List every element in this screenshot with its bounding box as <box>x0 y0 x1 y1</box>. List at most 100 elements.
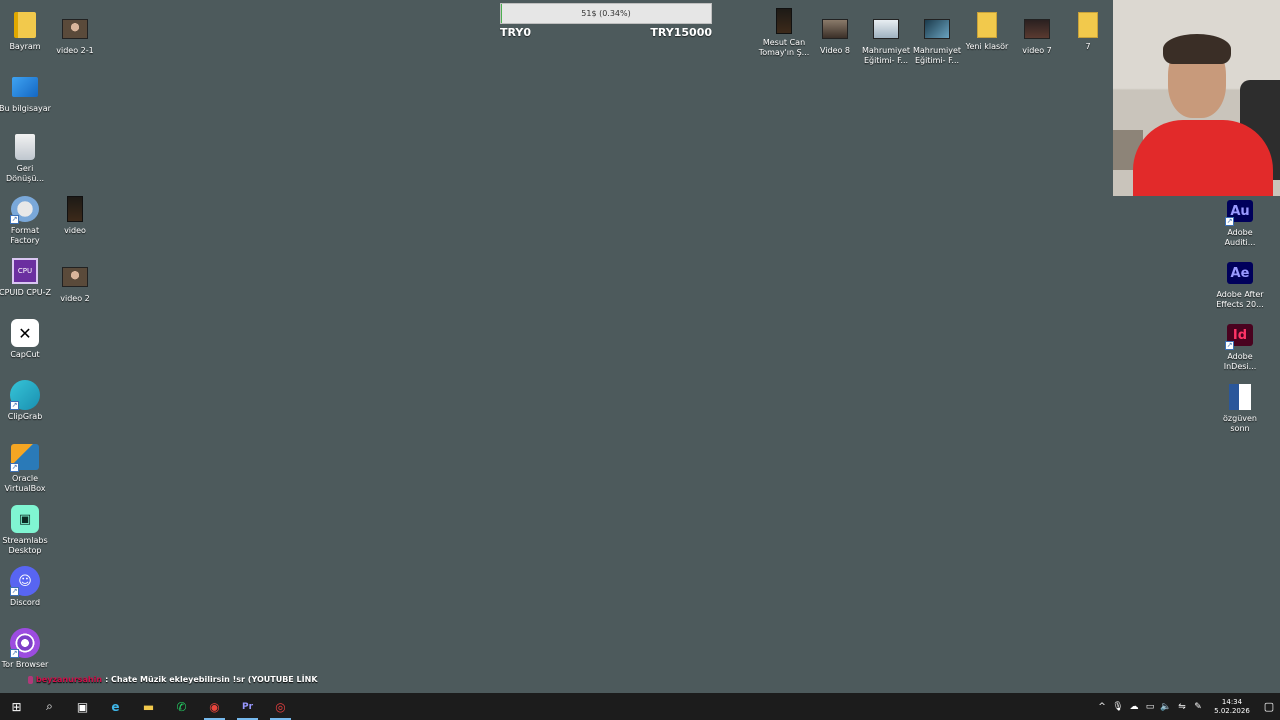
video-thumbnail-icon <box>820 14 850 44</box>
folder-icon <box>972 10 1002 40</box>
webcam-person-hair <box>1163 34 1231 64</box>
whatsapp-icon: ✆ <box>176 699 187 714</box>
icon-label: Yeni klasör <box>965 42 1009 51</box>
icon-label: Geri Dönüşü... <box>5 164 45 183</box>
tray-arrows-icon[interactable]: ⇋ <box>1174 693 1190 720</box>
taskbar-file-explorer[interactable]: ▬ <box>132 693 165 720</box>
desktop-icon-video[interactable]: video <box>50 190 100 236</box>
icon-label: Mesut Can Tomay'ın Ş... <box>758 38 810 57</box>
network-icon[interactable]: ▭ <box>1142 693 1158 720</box>
desktop-icon-format-factory[interactable]: ↗ Format Factory <box>0 190 50 246</box>
streamlabs-icon: ▣ <box>10 504 40 534</box>
computer-icon <box>10 72 40 102</box>
webcam-overlay <box>1113 0 1280 196</box>
desktop-icon-clipgrab[interactable]: ↗ ClipGrab <box>0 376 50 422</box>
icon-label: CapCut <box>10 350 40 359</box>
desktop-icon-ozguven-sonn[interactable]: W özgüven sonn <box>1215 378 1265 434</box>
task-view-icon: ▣ <box>76 699 89 714</box>
tray-app-icon[interactable]: ☁ <box>1126 693 1142 720</box>
video-thumbnail-icon <box>1022 14 1052 44</box>
pen-icon[interactable]: ✎ <box>1190 693 1206 720</box>
desktop-icon-streamlabs[interactable]: ▣ Streamlabs Desktop <box>0 500 50 556</box>
folder-icon <box>10 10 40 40</box>
taskbar-streamlabs[interactable]: ◎ <box>264 693 297 720</box>
taskbar: ⊞ ⌕ ▣ e ▬ ✆ ◉ Pr ◎ ^ 🎙 ☁ ▭ 🔈 ⇋ ✎ 14:34 5… <box>0 693 1280 720</box>
desktop-icon-virtualbox[interactable]: ↗ Oracle VirtualBox <box>0 438 50 494</box>
chat-username: beyzanursahin <box>36 675 103 684</box>
word-document-icon: W <box>1225 382 1255 412</box>
desktop-icon-adobe-indesign[interactable]: Id ↗ Adobe InDesi... <box>1215 316 1265 372</box>
desktop-icon-discord[interactable]: ☺ ↗ Discord <box>0 562 50 608</box>
desktop-icon-mahrumiyet-2[interactable]: Mahrumiyet Eğitimi- F... <box>912 10 962 66</box>
tray-chevron-up-icon[interactable]: ^ <box>1094 693 1110 720</box>
desktop-icon-video-2-1[interactable]: video 2-1 <box>50 10 100 56</box>
task-view-button[interactable]: ▣ <box>66 693 99 720</box>
shortcut-arrow-icon: ↗ <box>10 463 19 472</box>
icon-label: Mahrumiyet Eğitimi- F... <box>912 46 962 65</box>
video-thumbnail-icon <box>871 14 901 44</box>
shortcut-arrow-icon: ↗ <box>10 587 19 596</box>
search-icon: ⌕ <box>46 699 53 713</box>
icon-label: Tor Browser <box>1 660 49 669</box>
shortcut-arrow-icon: ↗ <box>10 215 19 224</box>
desktop-icon-video-2[interactable]: video 2 <box>50 258 100 304</box>
desktop-icon-yeni-klasor[interactable]: Yeni klasör <box>962 6 1012 52</box>
chat-message: beyzanursahin : Chate Müzik ekleyebilirs… <box>28 675 318 684</box>
desktop-icon-video-7[interactable]: video 7 <box>1012 10 1062 56</box>
icon-label: Bu bilgisayar <box>0 104 51 113</box>
desktop-icon-capcut[interactable]: ✕ CapCut <box>0 314 50 360</box>
icon-label: video 2-1 <box>56 46 94 55</box>
taskbar-chrome[interactable]: ◉ <box>198 693 231 720</box>
video-thumbnail-icon <box>922 14 952 44</box>
icon-label: Mahrumiyet Eğitimi- F... <box>861 46 911 65</box>
microphone-icon[interactable]: 🎙 <box>1110 693 1126 720</box>
speaker-icon[interactable]: 🔈 <box>1158 693 1174 720</box>
start-button[interactable]: ⊞ <box>0 693 33 720</box>
cpuz-icon: CPU <box>10 256 40 286</box>
icon-label: özgüven sonn <box>1223 414 1257 433</box>
system-clock[interactable]: 14:34 5.02.2026 <box>1210 698 1254 716</box>
desktop-icon-mesut-can[interactable]: Mesut Can Tomay'ın Ş... <box>759 2 809 58</box>
desktop: Bayram video 2-1 Bu bilgisayar Geri Dönü… <box>0 0 1280 693</box>
shortcut-arrow-icon: ↗ <box>1225 341 1234 350</box>
capcut-icon: ✕ <box>10 318 40 348</box>
recycle-bin-icon <box>10 132 40 162</box>
icon-label: Video 8 <box>819 46 851 55</box>
chrome-icon: ◉ <box>209 699 220 714</box>
desktop-icon-mahrumiyet-1[interactable]: Mahrumiyet Eğitimi- F... <box>861 10 911 66</box>
folder-icon <box>1073 10 1103 40</box>
desktop-icon-7[interactable]: 7 <box>1063 6 1113 52</box>
desktop-icon-bayram[interactable]: Bayram <box>0 6 50 52</box>
adobe-after-effects-icon: Ae <box>1225 258 1255 288</box>
chat-badge-icon <box>28 675 33 684</box>
clock-date: 5.02.2026 <box>1214 706 1250 715</box>
desktop-icon-video-8[interactable]: Video 8 <box>810 10 860 56</box>
icon-label: Discord <box>9 598 41 607</box>
file-explorer-icon: ▬ <box>142 699 155 714</box>
webcam-person-shirt <box>1133 120 1273 196</box>
discord-icon: ☺ ↗ <box>10 566 40 596</box>
desktop-icon-this-pc[interactable]: Bu bilgisayar <box>0 68 51 114</box>
notification-center-icon[interactable]: ▢ <box>1258 693 1280 720</box>
icon-label: Format Factory <box>10 226 40 245</box>
desktop-icon-recycle-bin[interactable]: Geri Dönüşü... <box>0 128 50 184</box>
clipgrab-icon: ↗ <box>10 380 40 410</box>
chat-text: : Chate Müzik ekleyebilirsin !sr (YOUTUB… <box>105 675 318 684</box>
video-thumbnail-icon <box>60 262 90 292</box>
icon-label: Adobe Auditi... <box>1224 228 1256 247</box>
taskbar-edge[interactable]: e <box>99 693 132 720</box>
desktop-icon-tor-browser[interactable]: ↗ Tor Browser <box>0 624 50 670</box>
icon-label: ClipGrab <box>7 412 43 421</box>
icon-label: 7 <box>1085 42 1091 51</box>
taskbar-premiere[interactable]: Pr <box>231 693 264 720</box>
taskbar-whatsapp[interactable]: ✆ <box>165 693 198 720</box>
donation-goal-widget: 51$ (0.34%) TRY0 TRY15000 <box>500 3 712 39</box>
desktop-icon-adobe-audition[interactable]: Au ↗ Adobe Auditi... <box>1215 192 1265 248</box>
desktop-icon-cpuz[interactable]: CPU CPUID CPU-Z <box>0 252 51 298</box>
icon-label: video 7 <box>1022 46 1052 55</box>
icon-label: video <box>64 226 86 235</box>
adobe-indesign-icon: Id ↗ <box>1225 320 1255 350</box>
search-button[interactable]: ⌕ <box>33 693 66 720</box>
windows-logo-icon: ⊞ <box>11 699 22 714</box>
desktop-icon-adobe-after-effects[interactable]: Ae Adobe After Effects 20... <box>1215 254 1265 310</box>
